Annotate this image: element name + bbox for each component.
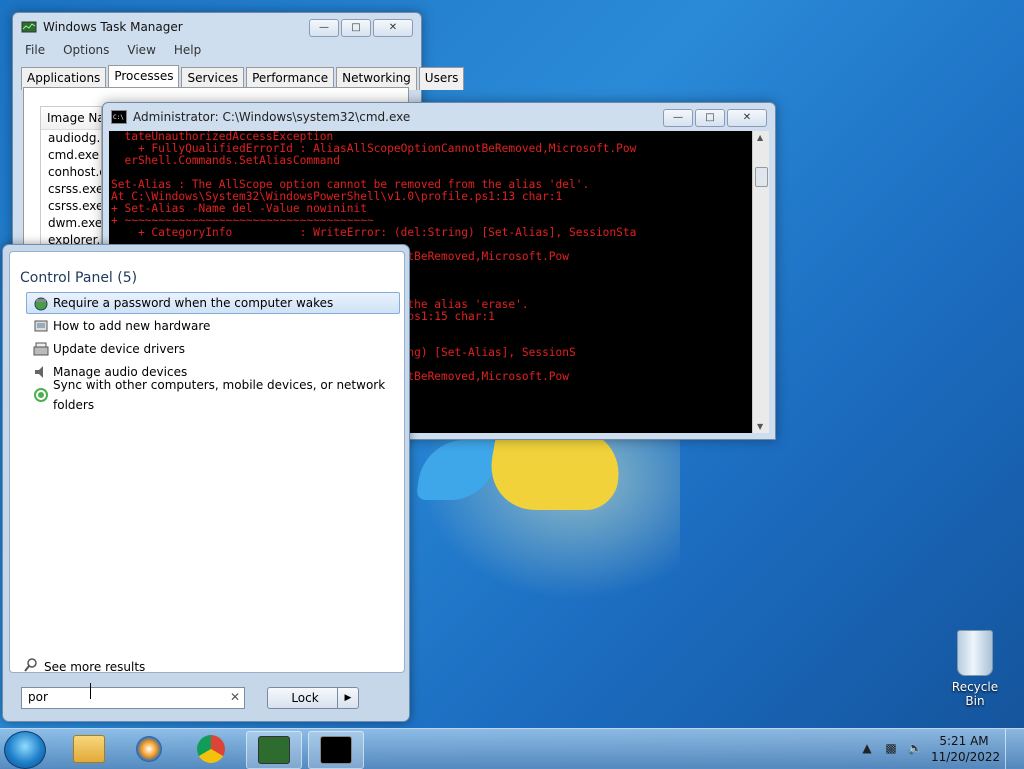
table-row[interactable]: audiodg.exe (41, 130, 101, 147)
results-list: Require a password when the computer wak… (26, 292, 400, 412)
result-label: How to add new hardware (53, 319, 211, 333)
recycle-bin-label: Recycle Bin (951, 680, 999, 708)
result-require-password[interactable]: Require a password when the computer wak… (26, 292, 400, 314)
i-beam-cursor-icon (90, 683, 93, 699)
table-row[interactable]: dwm.exe (41, 215, 101, 232)
taskbar: ▲ ▩ 🔈 5:21 AM 11/20/2022 (0, 728, 1024, 769)
power-options-icon (33, 295, 49, 311)
start-menu: Control Panel (5) Require a password whe… (2, 244, 410, 722)
task-manager-icon (258, 736, 290, 764)
column-header-image-name[interactable]: Image Name (41, 107, 101, 130)
table-row[interactable]: csrss.exe (41, 198, 101, 215)
network-icon[interactable]: ▩ (883, 741, 899, 757)
menu-view[interactable]: View (127, 43, 155, 61)
maximize-button[interactable]: □ (695, 109, 725, 127)
svg-text:C:\: C:\ (113, 114, 124, 121)
clear-search-icon[interactable]: ✕ (230, 690, 240, 704)
minimize-button[interactable]: — (663, 109, 693, 127)
table-row[interactable]: cmd.exe (41, 147, 101, 164)
scroll-down-icon[interactable]: ▼ (757, 422, 763, 431)
menu-help[interactable]: Help (174, 43, 201, 61)
clock[interactable]: 5:21 AM 11/20/2022 (931, 733, 1001, 765)
result-add-hardware[interactable]: How to add new hardware (26, 315, 400, 337)
lock-button[interactable]: Lock (267, 687, 343, 709)
maximize-button[interactable]: □ (341, 19, 371, 37)
speaker-icon (33, 364, 49, 380)
menu-file[interactable]: File (25, 43, 45, 61)
taskbar-task-manager[interactable] (246, 731, 302, 769)
sync-icon (33, 387, 49, 403)
result-label: Sync with other computers, mobile device… (53, 378, 386, 412)
search-results-pane: Control Panel (5) Require a password whe… (9, 251, 405, 675)
result-label: Update device drivers (53, 342, 186, 356)
tab-processes[interactable]: Processes (108, 65, 180, 88)
result-sync-center[interactable]: Sync with other computers, mobile device… (26, 378, 400, 412)
scroll-up-icon[interactable]: ▲ (757, 133, 763, 142)
task-manager-title: Windows Task Manager (43, 20, 183, 34)
start-search-input[interactable]: por ✕ (21, 687, 245, 709)
volume-icon[interactable]: 🔈 (907, 741, 923, 757)
cmd-title: Administrator: C:\Windows\system32\cmd.e… (133, 110, 411, 124)
see-more-results-link[interactable]: See more results (24, 658, 145, 675)
shutdown-options-arrow[interactable]: ▶ (337, 687, 359, 709)
console-line: erShell.Commands.SetAliasCommand (111, 154, 341, 167)
table-row[interactable]: csrss.exe (41, 181, 101, 198)
results-group-heading[interactable]: Control Panel (5) (20, 270, 137, 286)
taskbar-explorer[interactable] (62, 731, 116, 767)
minimize-button[interactable]: — (309, 19, 339, 37)
recycle-bin-icon (957, 630, 993, 676)
start-button[interactable] (4, 731, 46, 769)
hardware-icon (33, 318, 49, 334)
search-input-value: por (28, 690, 48, 704)
file-explorer-icon (73, 735, 105, 763)
console-line: + CategoryInfo : WriteError: (del:String… (111, 226, 637, 239)
show-desktop-button[interactable] (1005, 729, 1018, 769)
scrollbar-thumb[interactable] (755, 167, 768, 187)
clock-date: 11/20/2022 (931, 750, 1001, 764)
result-label: Require a password when the computer wak… (53, 296, 334, 310)
tab-users[interactable]: Users (418, 67, 465, 90)
taskbar-chrome[interactable] (184, 731, 238, 767)
taskbar-cmd[interactable] (308, 731, 364, 769)
media-player-icon (136, 736, 162, 762)
task-manager-icon (21, 21, 37, 33)
system-tray: ▲ ▩ 🔈 5:21 AM 11/20/2022 (859, 729, 1024, 769)
cmd-icon: C:\ (111, 110, 127, 124)
close-button[interactable]: ✕ (373, 19, 413, 37)
device-driver-icon (33, 341, 49, 357)
task-manager-menubar: File Options View Help (13, 41, 421, 63)
search-icon (24, 658, 38, 675)
show-hidden-icons-icon[interactable]: ▲ (859, 741, 875, 757)
close-button[interactable]: ✕ (727, 109, 767, 127)
chrome-icon (197, 735, 225, 763)
menu-options[interactable]: Options (63, 43, 109, 61)
table-row[interactable]: conhost.exe (41, 164, 101, 181)
taskbar-media-player[interactable] (122, 731, 176, 767)
clock-time: 5:21 AM (939, 734, 989, 748)
wallpaper-logo-yellow (482, 430, 628, 510)
cmd-icon (320, 736, 352, 764)
see-more-label: See more results (44, 659, 146, 674)
result-update-drivers[interactable]: Update device drivers (26, 338, 400, 360)
recycle-bin[interactable]: Recycle Bin (942, 630, 1008, 708)
vertical-scrollbar[interactable]: ▲ ▼ (752, 131, 769, 433)
